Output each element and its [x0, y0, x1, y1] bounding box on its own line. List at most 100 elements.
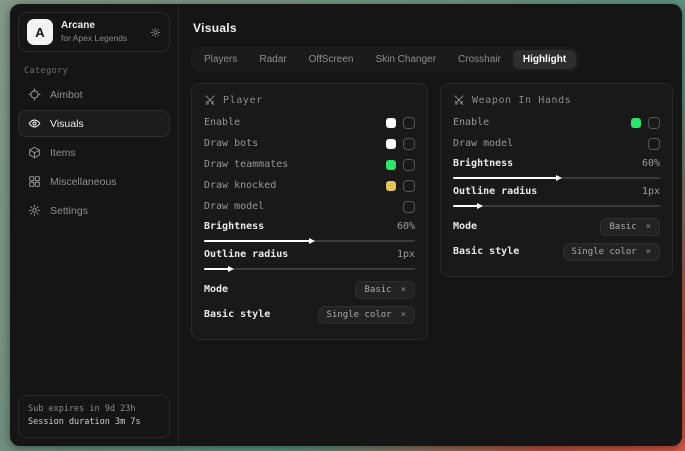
color-swatch[interactable] — [631, 118, 641, 128]
chip-row: ModeBasic× — [453, 214, 660, 239]
crossed-swords-icon — [204, 94, 216, 106]
checkbox[interactable] — [403, 201, 415, 213]
page-title: Visuals — [193, 21, 673, 35]
color-swatch[interactable] — [386, 160, 396, 170]
slider-track[interactable] — [453, 205, 660, 207]
chip-label: Basic — [364, 285, 391, 295]
slider-value: 60% — [642, 158, 660, 169]
chip-row: Basic styleSingle color× — [204, 302, 415, 327]
sub-expiry-text: Sub expires in 9d 23h — [28, 403, 160, 417]
sidebar-item-visuals[interactable]: Visuals — [18, 110, 170, 137]
setting-label: Draw knocked — [204, 180, 386, 191]
slider-fill — [453, 177, 557, 179]
cards-container: Player Enable Draw bots Draw teammates Draw … — [191, 83, 673, 340]
app-logo: A — [27, 19, 53, 45]
brand-header: A Arcane for Apex Legends — [18, 12, 170, 52]
selected-option-chip[interactable]: Single color × — [318, 306, 415, 324]
setting-row: Enable — [453, 112, 660, 133]
remove-icon[interactable]: × — [401, 310, 406, 320]
slider-value: 1px — [642, 186, 660, 197]
setting-row: Draw knocked — [204, 175, 415, 196]
visuals-eye-icon — [28, 117, 41, 130]
selected-option-chip[interactable]: Basic × — [600, 218, 660, 236]
remove-icon[interactable]: × — [646, 222, 651, 232]
setting-label: Enable — [204, 117, 386, 128]
sidebar-item-settings[interactable]: Settings — [18, 197, 170, 224]
slider-label: Outline radius — [204, 249, 397, 260]
chip-row-label: Basic style — [453, 246, 563, 257]
sidebar-item-label: Visuals — [50, 118, 84, 130]
selected-option-chip[interactable]: Basic × — [355, 281, 415, 299]
color-swatch[interactable] — [386, 181, 396, 191]
slider-thumb[interactable] — [477, 203, 483, 209]
setting-row: Draw model — [453, 133, 660, 154]
tab-highlight[interactable]: Highlight — [513, 50, 576, 69]
slider-thumb[interactable] — [228, 266, 234, 272]
selected-option-chip[interactable]: Single color× — [563, 243, 660, 261]
card-title: Player — [223, 95, 263, 106]
slider-fill — [204, 240, 310, 242]
card-header: Player — [204, 94, 415, 106]
slider-row: Outline radius1px — [204, 249, 415, 270]
setting-label: Draw bots — [204, 138, 386, 149]
app-subtitle: for Apex Legends — [61, 33, 142, 44]
app-title: Arcane — [61, 20, 142, 33]
sidebar-item-items[interactable]: Items — [18, 139, 170, 166]
tab-players[interactable]: Players — [194, 50, 247, 69]
slider-label: Brightness — [453, 158, 642, 169]
slider-thumb[interactable] — [309, 238, 315, 244]
slider-label: Brightness — [204, 221, 397, 232]
slider-thumb[interactable] — [556, 175, 562, 181]
items-cube-icon — [28, 146, 41, 159]
slider-track[interactable] — [204, 240, 415, 242]
setting-row: Draw teammates — [204, 154, 415, 175]
color-swatch[interactable] — [386, 118, 396, 128]
slider-row: Outline radius1px — [453, 186, 660, 207]
sidebar-item-label: Items — [50, 147, 76, 159]
tab-skin-changer[interactable]: Skin Changer — [365, 50, 446, 69]
tab-radar[interactable]: Radar — [249, 50, 296, 69]
checkbox[interactable] — [648, 117, 660, 129]
chip-row: Mode Basic × — [204, 277, 415, 302]
sidebar-item-label: Aimbot — [50, 89, 83, 101]
sidebar-item-miscellaneous[interactable]: Miscellaneous — [18, 168, 170, 195]
gear-icon[interactable] — [150, 27, 161, 38]
checkbox[interactable] — [403, 138, 415, 150]
checkbox[interactable] — [403, 180, 415, 192]
slider-head: Outline radius1px — [204, 249, 415, 260]
settings-card: Player Enable Draw bots Draw teammates Draw … — [191, 83, 428, 340]
sidebar-item-label: Settings — [50, 205, 88, 217]
sidebar-nav: Aimbot Visuals Items Miscellaneous Settings — [18, 81, 170, 224]
remove-icon[interactable]: × — [646, 247, 651, 257]
main-panel: Visuals PlayersRadarOffScreenSkin Change… — [179, 4, 682, 446]
chip-row: Basic styleSingle color× — [453, 239, 660, 264]
session-info-box: Sub expires in 9d 23h Session duration 3… — [18, 395, 170, 438]
color-swatch[interactable] — [386, 139, 396, 149]
tab-bar: PlayersRadarOffScreenSkin ChangerCrossha… — [191, 47, 579, 72]
checkbox[interactable] — [648, 138, 660, 150]
chip-row-label: Mode — [204, 284, 355, 295]
sidebar: A Arcane for Apex Legends Category Aimbo… — [10, 4, 179, 446]
setting-label: Draw teammates — [204, 159, 386, 170]
checkbox[interactable] — [403, 159, 415, 171]
app-window: A Arcane for Apex Legends Category Aimbo… — [10, 4, 682, 446]
sidebar-item-aimbot[interactable]: Aimbot — [18, 81, 170, 108]
chip-label: Basic — [609, 222, 636, 232]
checkbox[interactable] — [403, 117, 415, 129]
slider-value: 1px — [397, 249, 415, 260]
slider-head: Brightness60% — [204, 221, 415, 232]
miscellaneous-grid-icon — [28, 175, 41, 188]
card-header: Weapon In Hands — [453, 94, 660, 106]
session-duration-text: Session duration 3m 7s — [28, 416, 160, 430]
remove-icon[interactable]: × — [401, 285, 406, 295]
settings-card: Weapon In Hands EnableDraw model Brightnes… — [440, 83, 673, 277]
tab-crosshair[interactable]: Crosshair — [448, 50, 511, 69]
setting-row: Enable — [204, 112, 415, 133]
chip-label: Single color — [327, 310, 392, 320]
setting-row: Draw bots — [204, 133, 415, 154]
slider-track[interactable] — [453, 177, 660, 179]
slider-track[interactable] — [204, 268, 415, 270]
aimbot-crosshair-icon — [28, 88, 41, 101]
tab-offscreen[interactable]: OffScreen — [299, 50, 364, 69]
slider-head: Outline radius1px — [453, 186, 660, 197]
